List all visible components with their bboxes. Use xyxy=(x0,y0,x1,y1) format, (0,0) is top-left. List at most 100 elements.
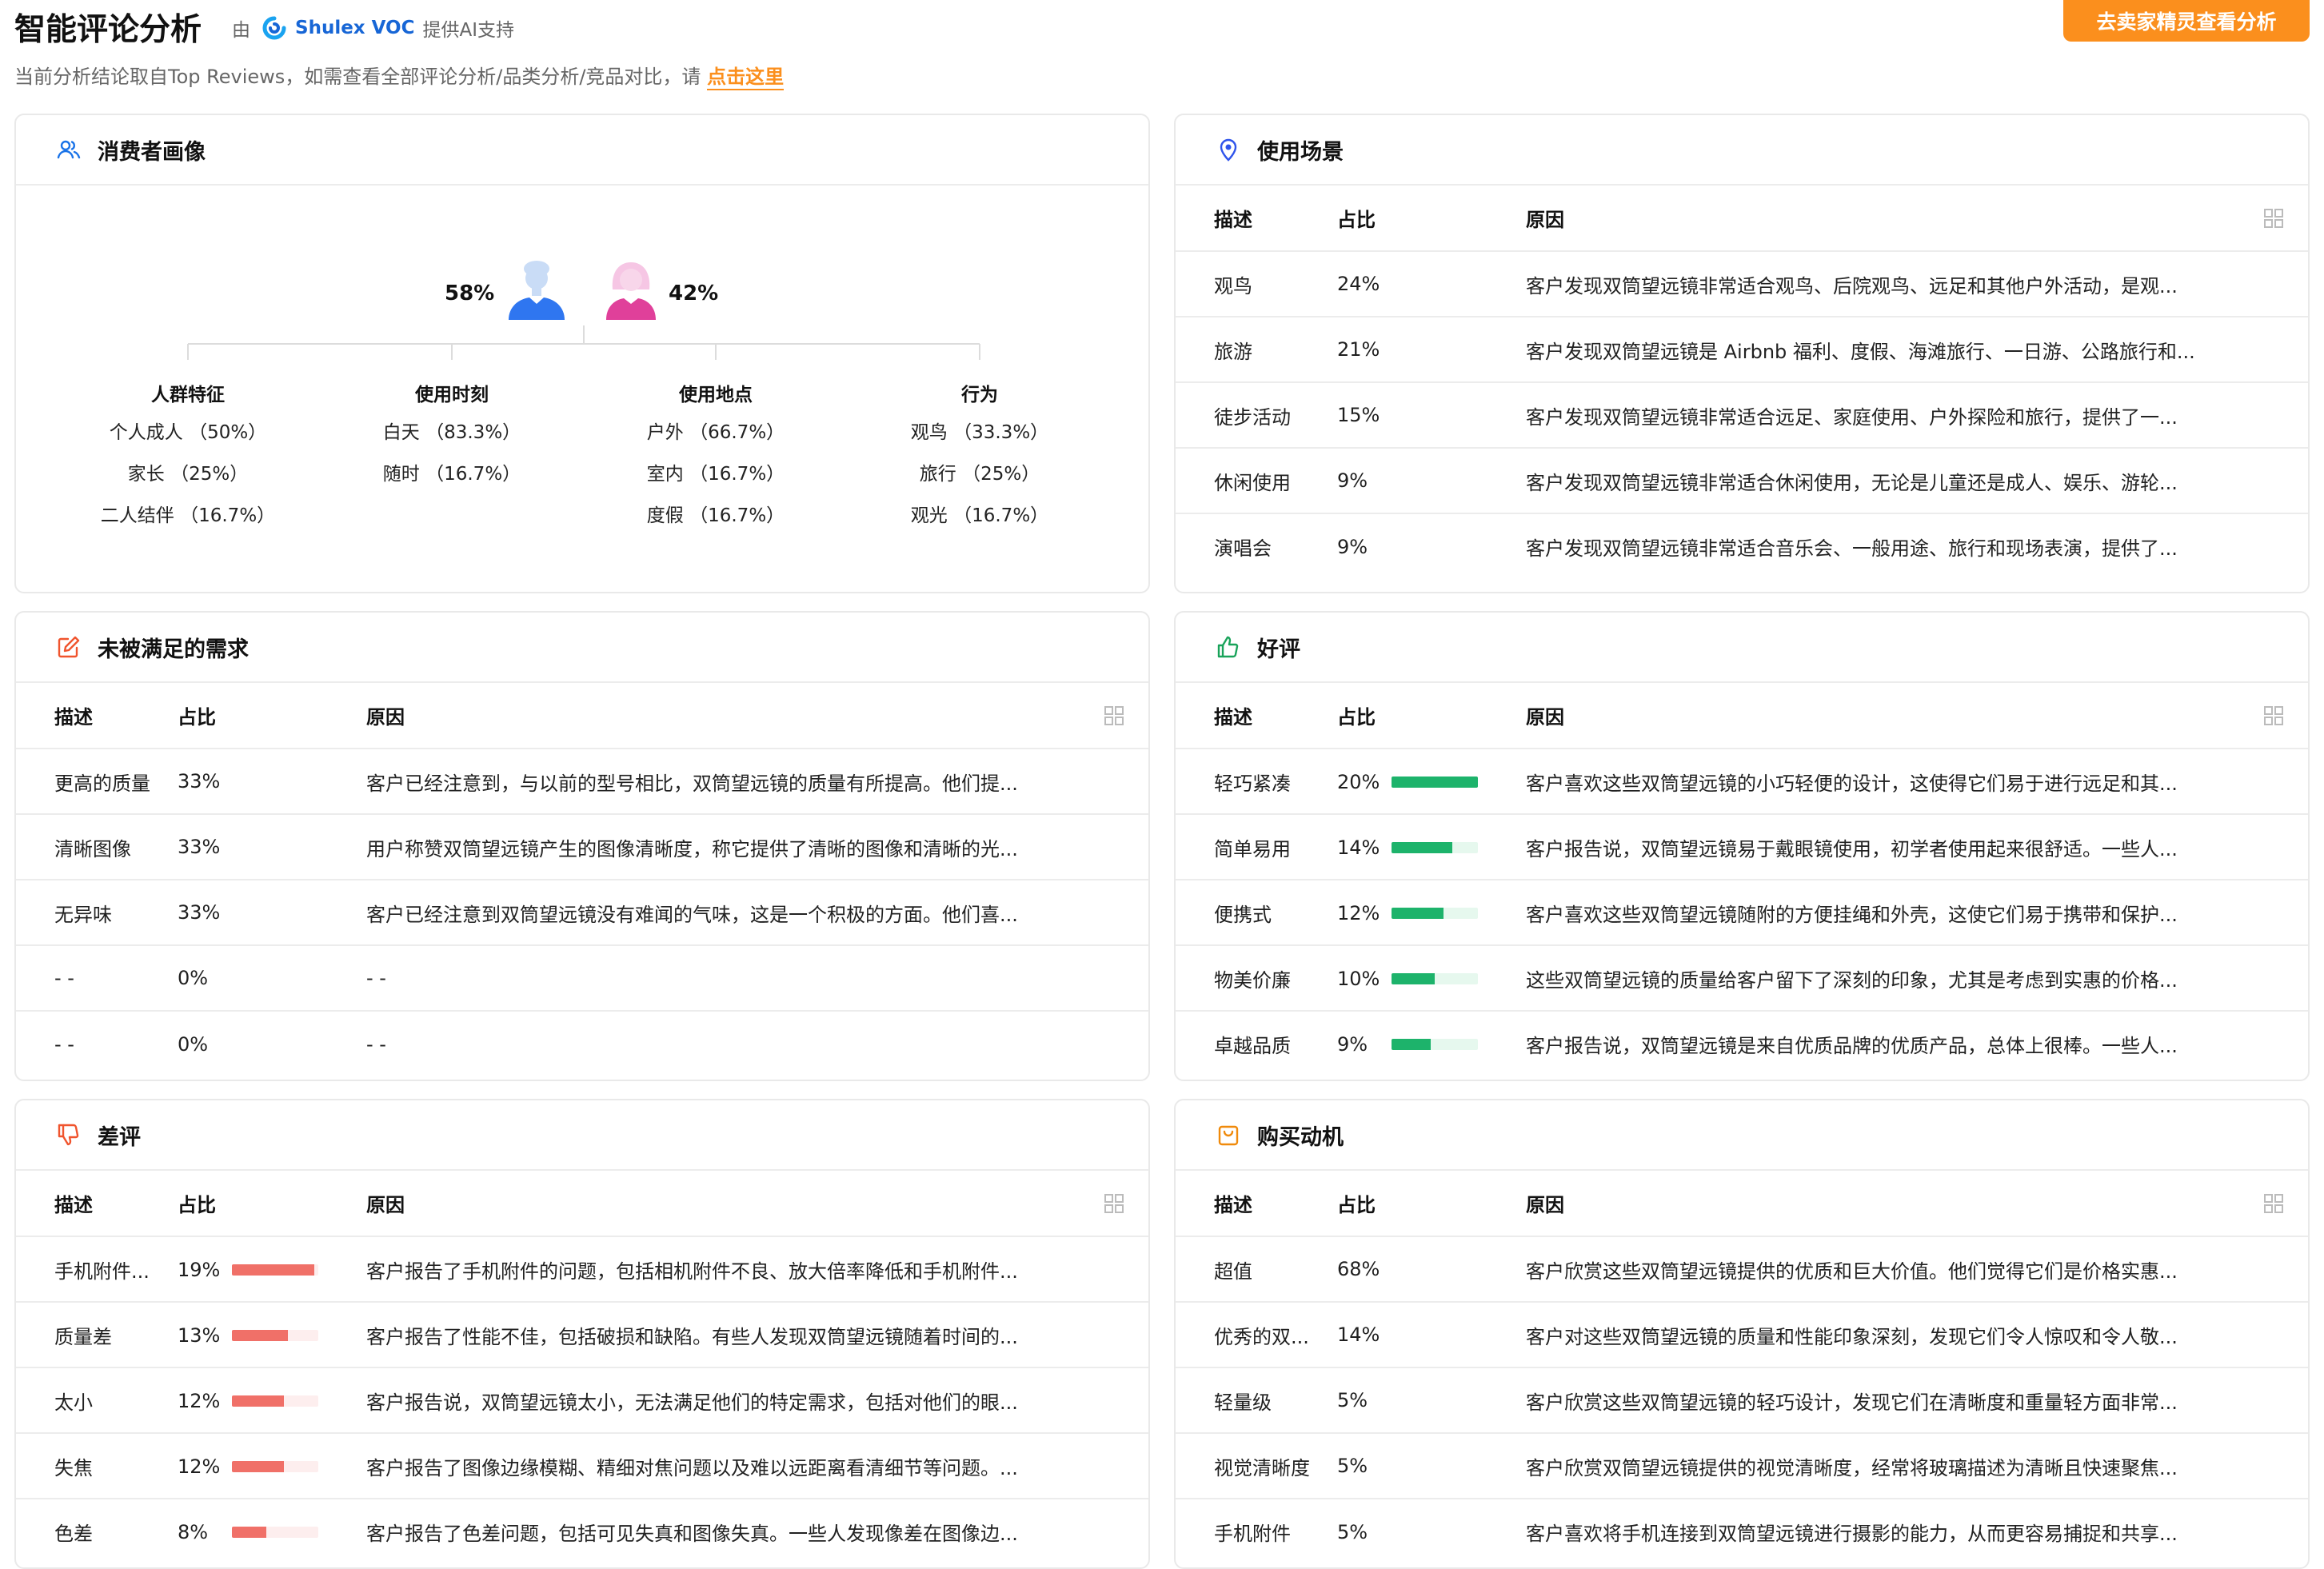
row-desc: 卓越品质 xyxy=(1214,1035,1291,1057)
table-row: 休闲使用 9% 客户发现双筒望远镜非常适合休闲使用，无论是儿童还是成人、娱乐、游轮.… xyxy=(1176,448,2308,514)
grid-view-icon[interactable] xyxy=(2263,208,2284,229)
ratio-bar-fill xyxy=(1392,841,1452,853)
row-desc: 便携式 xyxy=(1176,880,1337,946)
row-pct: 13% xyxy=(178,1323,221,1347)
grid-view-icon[interactable] xyxy=(2263,1193,2284,1214)
row-ratio: 20% xyxy=(1337,749,1526,815)
persona-area: 58% 42% 人群特征 个人成人 （50%） 家长 （25%） 二人结伴 （1… xyxy=(16,186,1148,584)
row-reason: 客户发现双筒望远镜非常适合远足、家庭使用、户外探险和旅行，提供了一... xyxy=(1526,382,2308,449)
row-ratio: 13% xyxy=(178,1302,366,1368)
column-item: 二人结伴 （16.7%） xyxy=(100,505,276,526)
purchase-motivation-table: 描述 占比 原因 超值 68% 客户欣赏这些双筒望远镜提供的优质和巨大价值。他们觉得… xyxy=(1176,1171,2308,1564)
row-pct: 24% xyxy=(1337,251,1526,317)
row-pct: 5% xyxy=(1337,1520,1368,1543)
card-header: 未被满足的需求 xyxy=(16,613,1148,683)
card-title: 购买动机 xyxy=(1257,1124,1344,1150)
ratio-bar-fill xyxy=(1392,1039,1431,1050)
row-pct: 33% xyxy=(178,814,366,880)
row-reason: 客户报告说，双筒望远镜太小，无法满足他们的特定需求，包括对他们的眼... xyxy=(366,1367,1148,1434)
table-row: 旅游 21% 客户发现双筒望远镜是 Airbnb 福利、度假、海滩旅行、一日游、公路… xyxy=(1176,317,2308,383)
header-reason-label: 原因 xyxy=(1526,706,1564,729)
row-desc: 休闲使用 xyxy=(1176,448,1337,514)
header-ratio: 占比 xyxy=(178,683,366,749)
header-reason: 原因 xyxy=(1526,683,2308,749)
ratio-bar-fill xyxy=(232,1527,267,1538)
page-header: 智能评论分析 由 Shulex VOC 提供AI支持 去卖家精灵查看分析 当前分… xyxy=(14,0,2310,96)
table-row: 无异味 33% 客户已经注意到双筒望远镜没有难闻的气味，这是一个积极的方面。他们喜.… xyxy=(16,880,1148,946)
row-desc: 手机附件 xyxy=(1214,1523,1291,1545)
ratio-bar-fill xyxy=(1392,907,1444,919)
table-row: 更高的质量 33% 客户已经注意到，与以前的型号相比，双筒望远镜的质量有所提高。他们… xyxy=(16,749,1148,815)
usage-scenes-card: 使用场景 描述 占比 原因 观鸟 24% 客户发现双筒望远镜非常适合观鸟、后院观鸟、… xyxy=(1174,114,2310,593)
row-pct: 5% xyxy=(1337,1433,1526,1499)
negative-reviews-table: 描述 占比 原因 手机附件... 19% 客户报告了手机附件的问题，包括相机附件不良… xyxy=(16,1171,1148,1564)
row-pct: 33% xyxy=(178,749,366,815)
table-row: 超值 68% 客户欣赏这些双筒望远镜提供的优质和巨大价值。他们觉得它们是价格实惠..… xyxy=(1176,1236,2308,1303)
table-row: 优秀的双... 14% 客户对这些双筒望远镜的质量和性能印象深刻，发现它们令人惊叹和… xyxy=(1176,1302,2308,1368)
row-pct: 12% xyxy=(1337,901,1380,924)
table-row: 清晰图像 33% 用户称赞双筒望远镜产生的图像清晰度，称它提供了清晰的图像和清晰的光… xyxy=(16,814,1148,880)
row-pct: 9% xyxy=(1337,1033,1368,1056)
row-desc: 手机附件... xyxy=(16,1236,178,1303)
row-ratio: 14% xyxy=(1337,814,1526,880)
row-desc: 观鸟 xyxy=(1176,251,1337,317)
ratio-bar xyxy=(1392,907,1478,919)
table-row: - -0% - - xyxy=(16,945,1148,1012)
header-reason-label: 原因 xyxy=(1526,1194,1564,1216)
row-reason: 客户欣赏这些双筒望远镜的轻巧设计，发现它们在清晰度和重量轻方面非常... xyxy=(1526,1367,2308,1434)
click-here-link[interactable]: 点击这里 xyxy=(707,66,785,90)
grid-view-icon[interactable] xyxy=(1104,1193,1124,1214)
row-desc: 视觉清晰度 xyxy=(1176,1433,1337,1499)
grid-view-icon[interactable] xyxy=(1104,705,1124,726)
ratio-bar-fill xyxy=(232,1395,284,1407)
ratio-bar xyxy=(1392,1039,1478,1050)
row-reason: 这些双筒望远镜的质量给客户留下了深刻的印象，尤其是考虑到实惠的价格... xyxy=(1526,945,2308,1012)
ratio-bar-fill xyxy=(1392,972,1435,984)
unmet-needs-card: 未被满足的需求 描述 占比 原因 更高的质量 33% 客户已经注意到，与以前的型号相… xyxy=(14,611,1150,1081)
header-desc: 描述 xyxy=(1176,683,1337,749)
row-reason: 客户喜欢这些双筒望远镜随附的方便挂绳和外壳，这使它们易于携带和保护... xyxy=(1526,880,2308,946)
row-pct: 5% xyxy=(1337,1367,1526,1434)
card-title: 好评 xyxy=(1257,637,1300,662)
header-desc: 描述 xyxy=(16,683,178,749)
positive-reviews-table: 描述 占比 原因 轻巧紧凑 20% 客户喜欢这些双筒望远镜的小巧轻便的设计，这使得它… xyxy=(1176,683,2308,1076)
row-desc: 轻量级 xyxy=(1176,1367,1337,1434)
row-reason: 客户发现双筒望远镜非常适合音乐会、一般用途、旅行和现场表演，提供了... xyxy=(1526,537,2178,560)
ratio-bar xyxy=(1392,776,1478,788)
row-ratio: 12% xyxy=(1337,880,1526,946)
row-desc: 轻巧紧凑 xyxy=(1176,749,1337,815)
row-reason: - - xyxy=(366,1032,386,1056)
row-reason: 客户报告了色差问题，包括可见失真和图像失真。一些人发现像差在图像边... xyxy=(366,1523,1018,1545)
table-row: 质量差 13% 客户报告了性能不佳，包括破损和缺陷。有些人发现双筒望远镜随着时间的.… xyxy=(16,1302,1148,1368)
grid-view-icon[interactable] xyxy=(2263,705,2284,726)
table-header-row: 描述 占比 原因 xyxy=(16,683,1148,749)
header-desc: 描述 xyxy=(1176,1171,1337,1237)
table-row: 色差 8% 客户报告了色差问题，包括可见失真和图像失真。一些人发现像差在图像边... xyxy=(16,1499,1148,1564)
column-item: 度假 （16.7%） xyxy=(646,505,785,526)
column-item: 个人成人 （50%） xyxy=(109,422,267,443)
row-reason: - - xyxy=(366,945,1148,1012)
column-item: 随时 （16.7%） xyxy=(382,464,521,485)
row-pct: 12% xyxy=(178,1389,221,1412)
row-desc: 优秀的双... xyxy=(1176,1302,1337,1368)
thumbs-down-icon xyxy=(58,1124,79,1146)
notice-message: 当前分析结论取自Top Reviews，如需查看全部评论分析/品类分析/竞品对比… xyxy=(14,66,701,88)
row-reason: 客户报告说，双筒望远镜是来自优质品牌的优质产品，总体上很棒。一些人... xyxy=(1526,1035,2178,1057)
column-item: 观鸟 （33.3%） xyxy=(910,422,1049,443)
row-ratio: 19% xyxy=(178,1236,366,1303)
row-reason: 客户发现双筒望远镜非常适合休闲使用，无论是儿童还是成人、娱乐、游轮... xyxy=(1526,448,2308,514)
row-reason: 客户对这些双筒望远镜的质量和性能印象深刻，发现它们令人惊叹和令人敬... xyxy=(1526,1302,2308,1368)
page-title: 智能评论分析 xyxy=(14,12,202,48)
card-header: 差评 xyxy=(16,1100,1148,1171)
ratio-bar xyxy=(232,1264,318,1276)
table-row: 太小 12% 客户报告说，双筒望远镜太小，无法满足他们的特定需求，包括对他们的眼..… xyxy=(16,1367,1148,1434)
row-desc: 超值 xyxy=(1176,1236,1337,1303)
row-ratio: 12% xyxy=(178,1367,366,1434)
ratio-bar-fill xyxy=(232,1264,314,1276)
row-pct: 68% xyxy=(1337,1236,1526,1303)
row-reason: 客户欣赏双筒望远镜提供的视觉清晰度，经常将玻璃描述为清晰且快速聚焦... xyxy=(1526,1433,2308,1499)
header-reason: 原因 xyxy=(1526,1171,2308,1237)
view-in-seller-sprite-button[interactable]: 去卖家精灵查看分析 xyxy=(2063,0,2310,42)
column-item: 家长 （25%） xyxy=(127,464,249,485)
row-desc: 失焦 xyxy=(16,1433,178,1499)
